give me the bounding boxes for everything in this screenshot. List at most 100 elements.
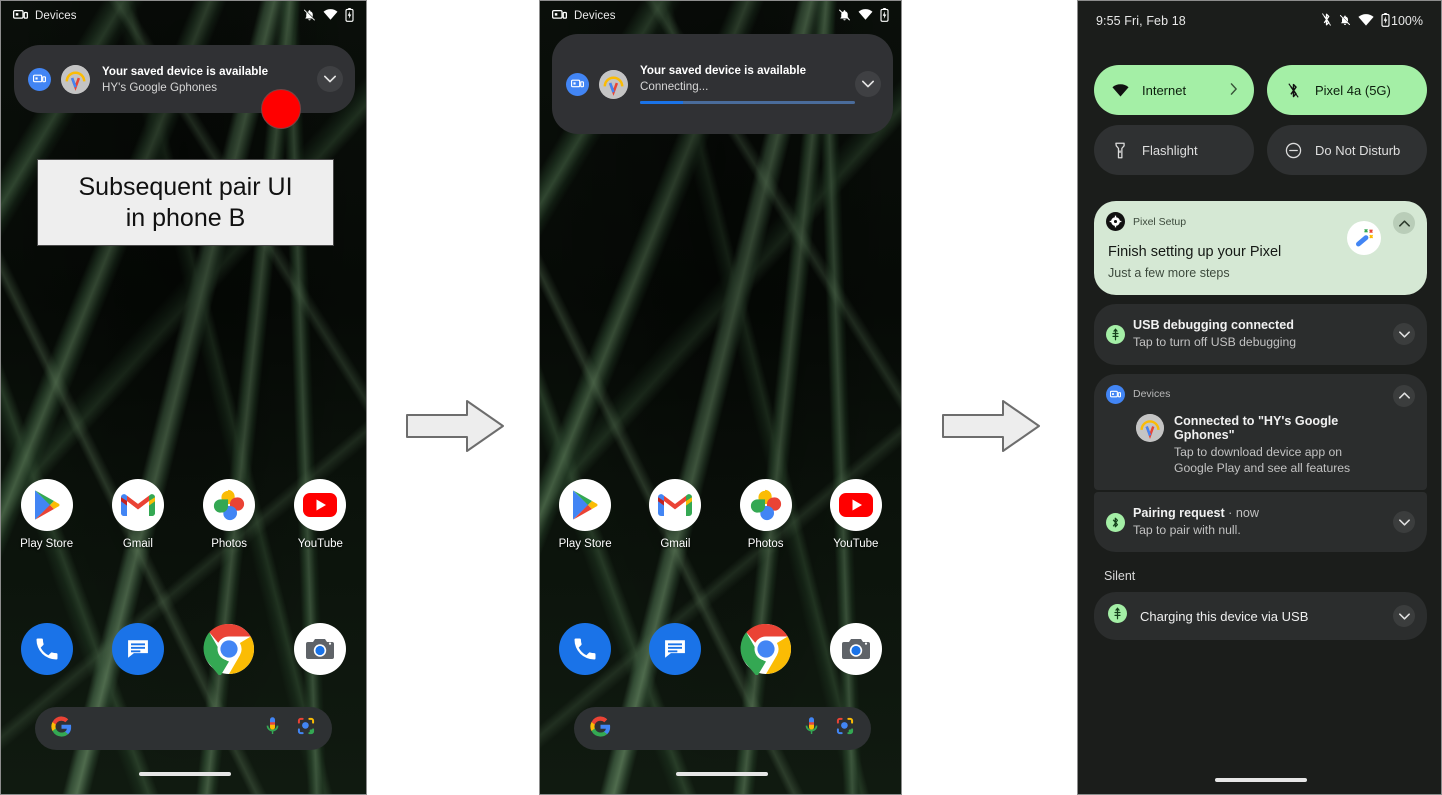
dock-icon-chrome[interactable]: [191, 623, 267, 675]
app-icon-photos[interactable]: Photos: [191, 479, 267, 550]
flashlight-icon: [1110, 142, 1130, 159]
dock-icon-messages[interactable]: [637, 623, 713, 675]
microphone-icon[interactable]: [804, 716, 819, 741]
app-icon-gmail[interactable]: Gmail: [637, 479, 713, 550]
gesture-nav-bar[interactable]: [1215, 778, 1307, 782]
notifications-muted-icon: [1339, 13, 1351, 30]
wifi-icon: [1358, 13, 1374, 29]
app-label: YouTube: [833, 538, 879, 550]
phone-c-screenshot: 9:55 Fri, Feb 18 100% Internet Pixel 4a …: [1077, 0, 1442, 795]
notification-usb-debugging[interactable]: USB debugging connected Tap to turn off …: [1094, 304, 1427, 365]
callout-label: Subsequent pair UI in phone B: [37, 159, 334, 246]
google-g-icon: [590, 715, 611, 742]
dock-row: [1, 623, 366, 675]
devices-icon: [28, 67, 51, 91]
bluetooth-icon: [1321, 12, 1332, 30]
gesture-nav-bar[interactable]: [676, 772, 768, 776]
pixel-setup-gear-icon: [1106, 212, 1125, 231]
callout-text: Subsequent pair UI in phone B: [78, 173, 293, 232]
search-bar[interactable]: [35, 707, 332, 750]
heads-up-notification[interactable]: Your saved device is available Connectin…: [552, 34, 893, 134]
camera-icon: [294, 623, 347, 675]
qs-tile-flashlight[interactable]: Flashlight: [1094, 125, 1254, 175]
wallpaper: [1, 1, 366, 794]
app-icon-photos[interactable]: Photos: [728, 479, 804, 550]
messages-icon: [111, 623, 164, 675]
gmail-icon: [649, 479, 702, 531]
notification-pixel-setup[interactable]: Pixel Setup Finish setting up your Pixel…: [1094, 201, 1427, 295]
app-icon-play-store[interactable]: Play Store: [547, 479, 623, 550]
dock-icon-chrome[interactable]: [728, 623, 804, 675]
right-arrow-icon: [941, 398, 1041, 459]
app-icon-gmail[interactable]: Gmail: [100, 479, 176, 550]
camera-icon: [829, 623, 882, 675]
google-g-icon: [51, 715, 72, 742]
google-lens-icon[interactable]: [835, 716, 855, 741]
chevron-down-icon[interactable]: [1393, 605, 1415, 628]
status-bar: 9:55 Fri, Feb 18 100%: [1078, 1, 1441, 41]
device-avatar-icon: [1136, 413, 1164, 442]
qs-tile-label: Internet: [1142, 82, 1187, 98]
app-icon-play-store[interactable]: Play Store: [9, 479, 85, 550]
dock-icon-phone[interactable]: [9, 623, 85, 675]
notification-title: Pairing request: [1133, 505, 1225, 520]
app-grid-row: Play Store Gmail Photos YouTube: [1, 479, 366, 550]
search-input[interactable]: [82, 721, 255, 736]
notification-devices[interactable]: Devices Connected to "HY's Google Gphone…: [1094, 373, 1427, 490]
notification-title: Your saved device is available: [102, 64, 269, 78]
chevron-up-icon[interactable]: [1393, 212, 1415, 234]
qs-tile-label: Flashlight: [1142, 142, 1198, 158]
app-icon-youtube[interactable]: YouTube: [282, 479, 358, 550]
bluetooth-icon: [1106, 512, 1125, 532]
chevron-down-icon[interactable]: [855, 71, 881, 97]
notification-app-name: Devices: [1133, 388, 1171, 401]
search-bar[interactable]: [574, 707, 871, 750]
connection-progress-bar: [640, 101, 855, 104]
usb-icon: [1106, 324, 1125, 344]
heads-up-notification[interactable]: Your saved device is available HY's Goog…: [14, 45, 355, 113]
phone-a-screenshot: Devices Your saved device is available H…: [0, 0, 367, 795]
notification-subtitle: Connecting...: [640, 80, 709, 93]
qs-tile-bluetooth[interactable]: Pixel 4a (5G): [1267, 65, 1427, 115]
dock-icon-phone[interactable]: [547, 623, 623, 675]
play-store-icon: [559, 479, 612, 531]
google-lens-icon[interactable]: [296, 716, 316, 741]
gmail-icon: [111, 479, 164, 531]
notification-body: Tap to turn off USB debugging: [1133, 335, 1297, 349]
qs-tile-do-not-disturb[interactable]: Do Not Disturb: [1267, 125, 1427, 175]
notification-body: Tap to download device app on Google Pla…: [1174, 444, 1351, 475]
dock-icon-camera[interactable]: [282, 623, 358, 675]
status-bar: Devices: [1, 1, 366, 31]
dock-icon-camera[interactable]: [818, 623, 894, 675]
microphone-icon[interactable]: [265, 716, 280, 741]
app-label: Photos: [747, 538, 784, 550]
notifications-muted-icon: [838, 8, 851, 25]
notification-pairing-request[interactable]: Pairing request · now Tap to pair with n…: [1094, 491, 1427, 553]
play-store-icon: [20, 479, 73, 531]
wifi-icon: [323, 9, 338, 23]
notification-app-name: Pixel Setup: [1133, 215, 1187, 228]
notification-title: Charging this device via USB: [1140, 608, 1309, 624]
chevron-up-icon[interactable]: [1393, 384, 1415, 407]
dock-icon-messages[interactable]: [100, 623, 176, 675]
chevron-down-icon[interactable]: [1393, 511, 1415, 533]
app-grid-row: Play Store Gmail Photos YouTube: [540, 479, 901, 550]
bluetooth-icon: [1283, 82, 1303, 99]
qs-tile-internet[interactable]: Internet: [1094, 65, 1254, 115]
chevron-right-icon[interactable]: [1230, 82, 1238, 98]
do-not-disturb-icon: [1283, 142, 1303, 159]
app-icon-youtube[interactable]: YouTube: [818, 479, 894, 550]
notification-charging-usb[interactable]: Charging this device via USB: [1094, 592, 1427, 641]
notifications-muted-icon: [303, 8, 316, 25]
app-label: Play Store: [20, 538, 74, 550]
wifi-icon: [858, 9, 873, 23]
red-dot-marker: [261, 89, 301, 129]
gesture-nav-bar[interactable]: [139, 772, 231, 776]
battery-percent-label: 100%: [1391, 14, 1423, 28]
chrome-icon: [203, 623, 255, 675]
search-input[interactable]: [621, 721, 794, 736]
status-bar-app-label: Devices: [574, 10, 616, 22]
app-label: Photos: [211, 538, 248, 550]
chevron-down-icon[interactable]: [317, 66, 343, 92]
phone-icon: [559, 623, 612, 675]
